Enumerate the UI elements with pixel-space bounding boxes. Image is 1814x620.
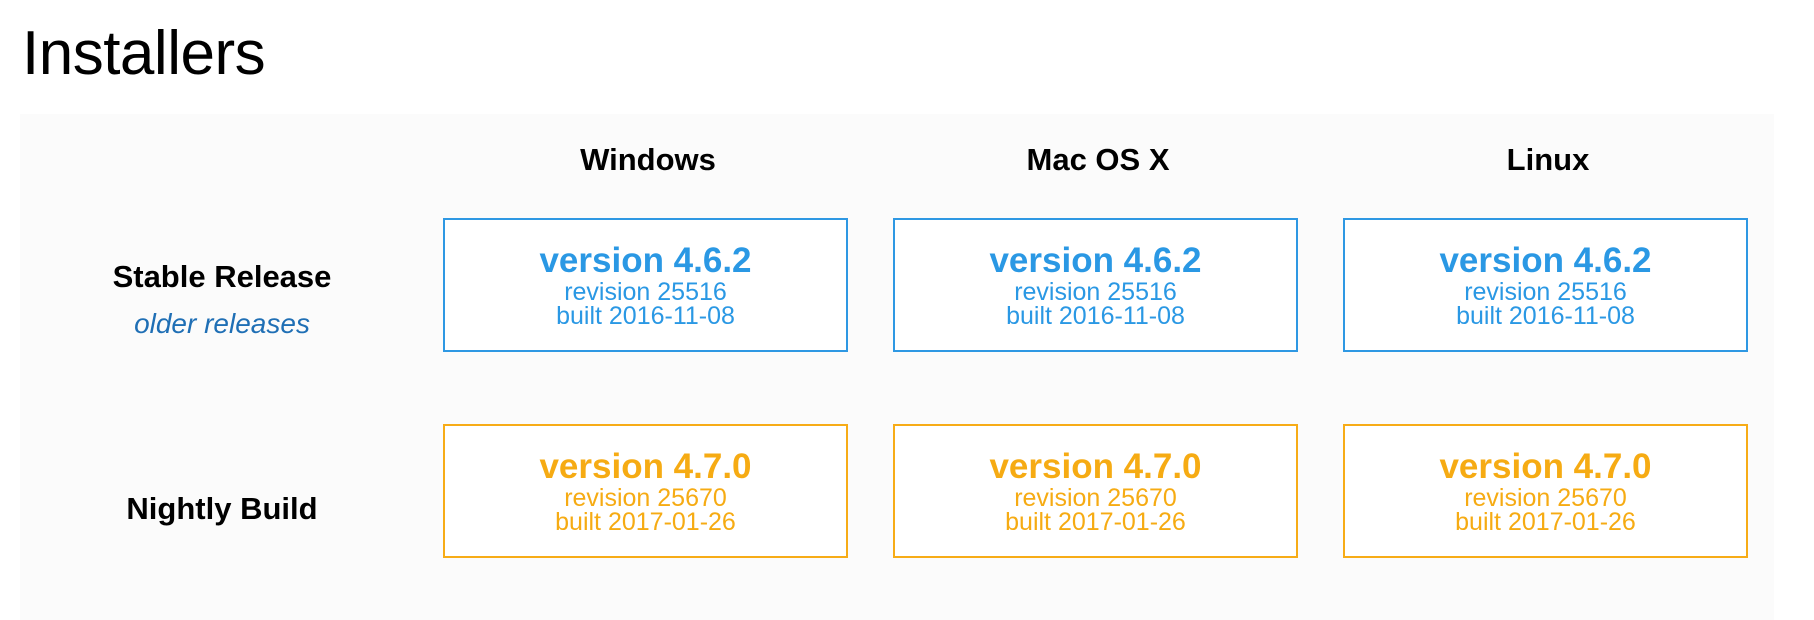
revision-text: revision 25670 bbox=[1464, 484, 1627, 512]
version-text: version 4.7.0 bbox=[989, 447, 1202, 486]
revision-text: revision 25516 bbox=[564, 278, 727, 306]
nightly-mac-download[interactable]: version 4.7.0 revision 25670 built 2017-… bbox=[893, 424, 1298, 558]
nightly-linux-download[interactable]: version 4.7.0 revision 25670 built 2017-… bbox=[1343, 424, 1748, 558]
older-releases-link[interactable]: older releases bbox=[20, 306, 424, 342]
column-header-windows: Windows bbox=[580, 142, 716, 177]
row-label-stable-release: Stable Release older releases bbox=[20, 256, 424, 342]
column-header-mac-os-x: Mac OS X bbox=[1026, 142, 1170, 177]
row-label-nightly-build: Nightly Build bbox=[20, 488, 424, 530]
version-text: version 4.7.0 bbox=[539, 447, 752, 486]
built-date-text: built 2016-11-08 bbox=[1456, 302, 1635, 330]
version-text: version 4.6.2 bbox=[1439, 241, 1652, 280]
revision-text: revision 25670 bbox=[564, 484, 727, 512]
column-header-linux: Linux bbox=[1506, 142, 1590, 177]
built-date-text: built 2016-11-08 bbox=[556, 302, 735, 330]
stable-linux-download[interactable]: version 4.6.2 revision 25516 built 2016-… bbox=[1343, 218, 1748, 352]
installers-table: Windows Mac OS X Linux Stable Release ol… bbox=[20, 114, 1774, 620]
revision-text: revision 25516 bbox=[1014, 278, 1177, 306]
built-date-text: built 2016-11-08 bbox=[1006, 302, 1185, 330]
version-text: version 4.6.2 bbox=[539, 241, 752, 280]
version-text: version 4.7.0 bbox=[1439, 447, 1652, 486]
revision-text: revision 25670 bbox=[1014, 484, 1177, 512]
nightly-build-label: Nightly Build bbox=[126, 491, 318, 526]
built-date-text: built 2017-01-26 bbox=[1455, 508, 1636, 536]
stable-release-label: Stable Release bbox=[112, 259, 332, 294]
built-date-text: built 2017-01-26 bbox=[555, 508, 736, 536]
stable-windows-download[interactable]: version 4.6.2 revision 25516 built 2016-… bbox=[443, 218, 848, 352]
stable-mac-download[interactable]: version 4.6.2 revision 25516 built 2016-… bbox=[893, 218, 1298, 352]
page-title: Installers bbox=[22, 19, 266, 88]
revision-text: revision 25516 bbox=[1464, 278, 1627, 306]
nightly-windows-download[interactable]: version 4.7.0 revision 25670 built 2017-… bbox=[443, 424, 848, 558]
version-text: version 4.6.2 bbox=[989, 241, 1202, 280]
built-date-text: built 2017-01-26 bbox=[1005, 508, 1186, 536]
